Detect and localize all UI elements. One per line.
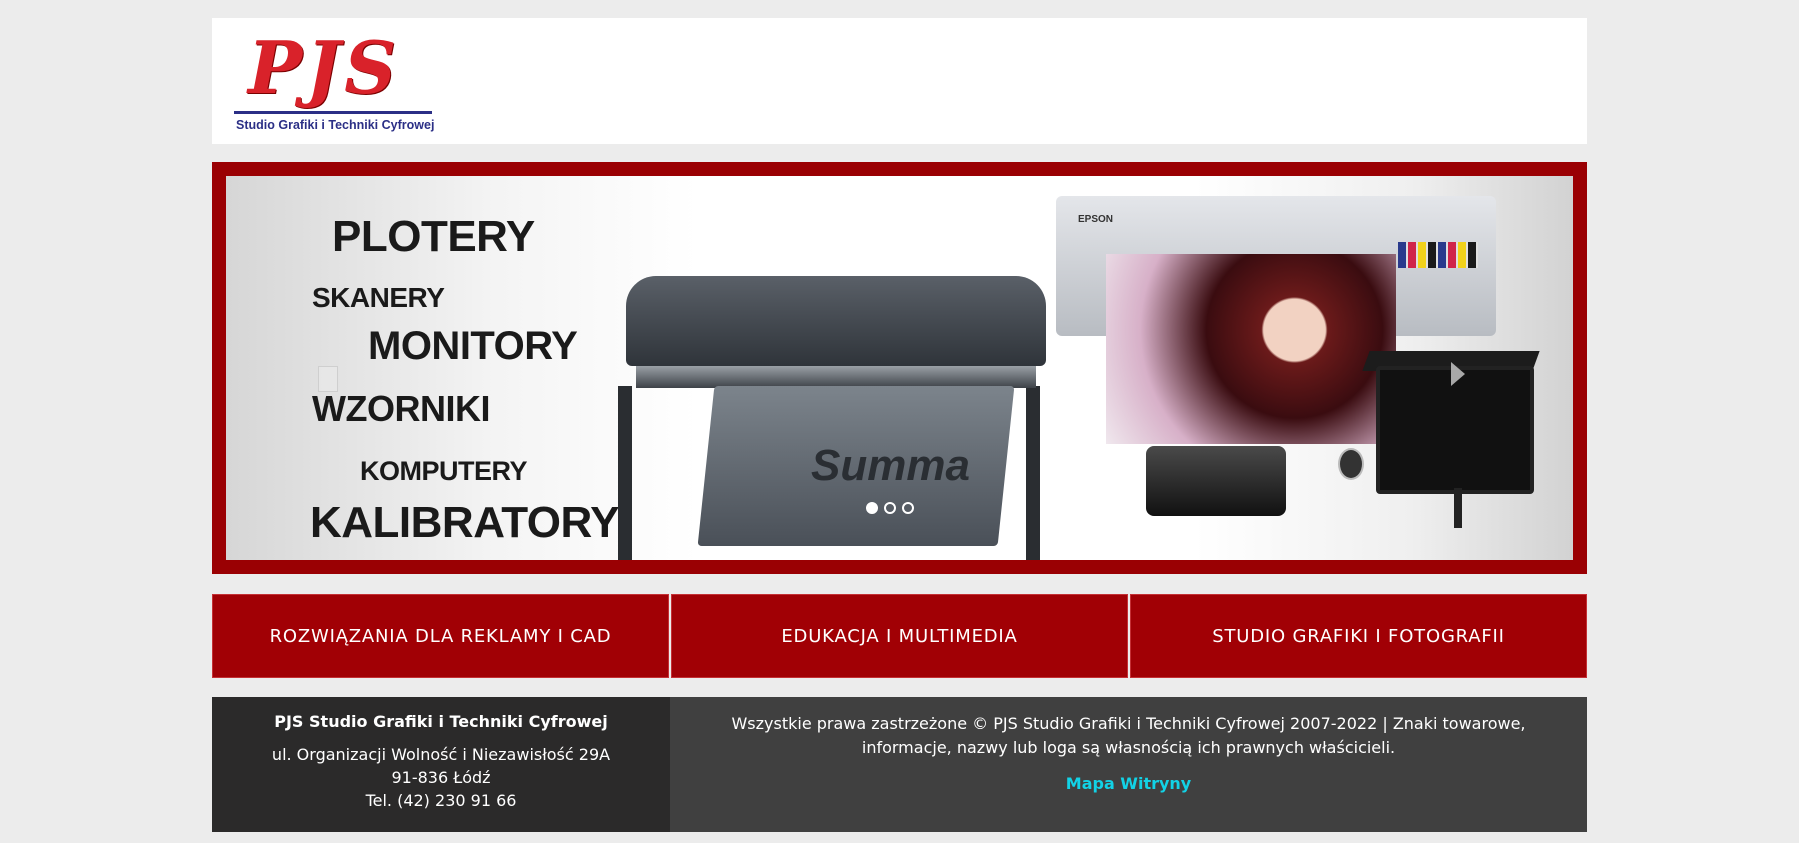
slider-dot-1[interactable]	[866, 502, 878, 514]
slider-prev-arrow[interactable]	[318, 366, 338, 392]
slide-word-wzorniki: WZORNIKI	[312, 388, 490, 429]
tile-advertising-cad[interactable]: ROZWIĄZANIA DLA REKLAMY I CAD	[212, 594, 669, 678]
slider-next-arrow[interactable]	[1451, 362, 1465, 386]
slide-word-monitory: MONITORY	[368, 324, 578, 368]
footer-company-name: PJS Studio Grafiki i Techniki Cyfrowej	[274, 712, 608, 731]
colorimeter-image	[1338, 448, 1364, 480]
slide-word-kalibratory: KALIBRATORY	[310, 498, 620, 547]
monitor-stand	[1454, 488, 1462, 528]
logo-rule	[234, 111, 432, 114]
logo-tagline: Studio Grafiki i Techniki Cyfrowej	[236, 118, 435, 132]
calibrator-kit-image	[1146, 446, 1286, 516]
hero-slider: PLOTERY SKANERY MONITORY WZORNIKI KOMPUT…	[212, 162, 1587, 574]
footer-city: 91-836 Łódź	[391, 768, 491, 787]
cutting-plotter-image: Summa	[606, 266, 1056, 560]
slider-dot-2[interactable]	[884, 502, 896, 514]
print-poster-image	[1106, 254, 1396, 444]
slide-word-komputery: KOMPUTERY	[360, 456, 528, 486]
slide-word-plotery: PLOTERY	[332, 212, 535, 261]
tile-education-multimedia[interactable]: EDUKACJA I MULTIMEDIA	[671, 594, 1128, 678]
footer-street: ul. Organizacji Wolność i Niezawisłość 2…	[271, 745, 611, 764]
site-logo[interactable]: PJS Studio Grafiki i Techniki Cyfrowej	[234, 28, 444, 138]
footer-contact: PJS Studio Grafiki i Techniki Cyfrowej u…	[212, 697, 670, 832]
footer-phone: Tel. (42) 230 91 66	[365, 791, 517, 810]
ink-cartridges	[1398, 242, 1478, 268]
slide-word-skanery: SKANERY	[312, 282, 445, 313]
tile-graphics-photo-studio[interactable]: STUDIO GRAFIKI I FOTOGRAFII	[1130, 594, 1587, 678]
slide-image: PLOTERY SKANERY MONITORY WZORNIKI KOMPUT…	[226, 176, 1573, 560]
slider-dot-3[interactable]	[902, 502, 914, 514]
logo-mark: PJS	[248, 25, 401, 110]
printer-brand: EPSON	[1078, 214, 1114, 225]
slider-pagination	[866, 502, 914, 514]
site-footer: PJS Studio Grafiki i Techniki Cyfrowej u…	[212, 697, 1587, 832]
site-header: PJS Studio Grafiki i Techniki Cyfrowej	[212, 18, 1587, 144]
cutter-brand: Summa	[811, 441, 970, 490]
footer-legal: Wszystkie prawa zastrzeżone © PJS Studio…	[670, 697, 1587, 832]
footer-copyright: Wszystkie prawa zastrzeżone © PJS Studio…	[731, 714, 1526, 757]
category-tiles: ROZWIĄZANIA DLA REKLAMY I CAD EDUKACJA I…	[212, 594, 1587, 678]
sitemap-link[interactable]: Mapa Witryny	[1066, 772, 1191, 796]
